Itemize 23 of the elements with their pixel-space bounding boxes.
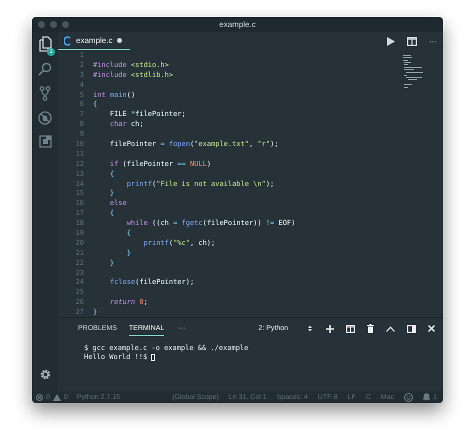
error-icon (36, 394, 43, 400)
editor-tab[interactable]: example.c (58, 32, 130, 50)
debug-button[interactable] (36, 111, 54, 125)
minimap-drawing (403, 55, 425, 89)
dropdown-arrows-icon (308, 325, 312, 332)
chevron-up-icon[interactable] (386, 326, 395, 332)
search-button[interactable] (36, 62, 54, 76)
window-title: example.c (219, 20, 256, 29)
trash-icon[interactable] (367, 324, 374, 333)
unsaved-dot (117, 38, 122, 43)
warning-icon (52, 394, 61, 400)
terminal-cursor (151, 354, 156, 361)
settings-icon[interactable] (38, 368, 52, 381)
c-file-icon (64, 36, 71, 46)
close-icon[interactable] (428, 325, 435, 332)
run-icon[interactable] (387, 36, 395, 46)
bell-icon[interactable] (423, 393, 430, 401)
split-terminal-icon[interactable] (346, 324, 355, 332)
smiley-icon[interactable] (404, 392, 414, 402)
split-editor-icon[interactable] (407, 36, 417, 46)
more-actions-button[interactable]: ··· (429, 36, 437, 46)
panel-layout-icon[interactable] (407, 324, 416, 332)
add-icon[interactable] (326, 324, 334, 332)
